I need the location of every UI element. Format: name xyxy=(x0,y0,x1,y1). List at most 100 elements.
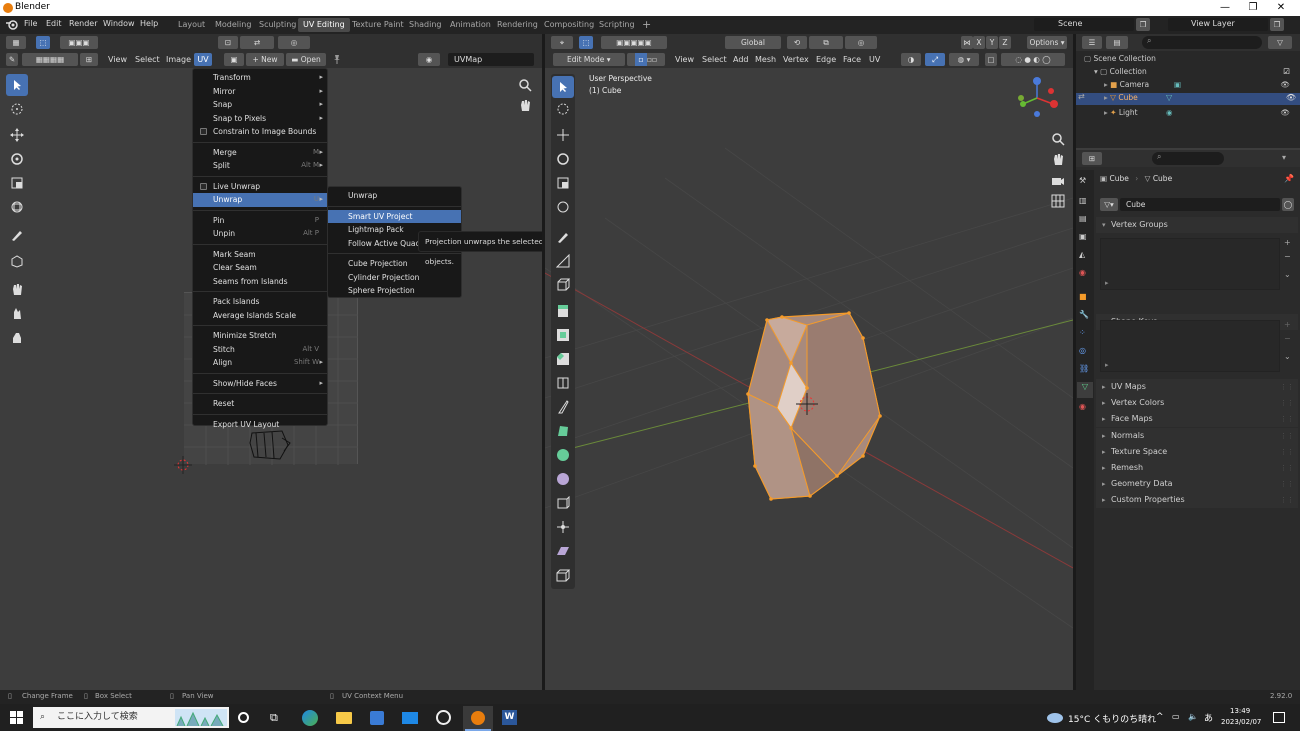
tab-compositing[interactable]: Compositing xyxy=(539,18,599,32)
constraints-tab-icon[interactable]: ⛓ xyxy=(1079,364,1089,373)
rip-region-tool-icon[interactable] xyxy=(6,250,28,272)
3d-viewport[interactable]: ⌖ ⬚ ▣▣▣▣▣ Global ⟲ ⧉ ◎ ⋈ X Y Z Options ▾… xyxy=(545,34,1073,690)
camera-visibility-icon[interactable]: 👁 xyxy=(1280,80,1290,89)
section-remesh[interactable]: Remesh ⋮⋮ xyxy=(1096,459,1298,476)
outliner-item-camera[interactable]: ▸ ■ Camera ▣ 👁 xyxy=(1104,80,1294,89)
mirror-y-toggle[interactable]: Y xyxy=(986,36,998,49)
network-icon[interactable]: ▭ xyxy=(1172,712,1180,721)
visibility-icon[interactable]: ◑ xyxy=(901,53,921,66)
filter-icon[interactable]: ▽ xyxy=(1268,36,1292,49)
uv-menu-item[interactable]: Minimize Stretch xyxy=(193,329,327,343)
new-scene-button[interactable]: ❐ xyxy=(1136,18,1150,31)
word-icon[interactable]: W xyxy=(502,710,517,725)
vp-menu-add[interactable]: Add xyxy=(733,55,749,64)
windows-start-icon[interactable] xyxy=(10,711,23,724)
add-shape-key-button[interactable]: + xyxy=(1284,320,1291,329)
tool-tab-icon[interactable]: ⚒ xyxy=(1079,176,1086,185)
uv-menu-item[interactable]: Unwrap U ▸ xyxy=(193,193,327,207)
menu-render[interactable]: Render xyxy=(69,19,97,28)
viewport-editor-type-icon[interactable]: ⌖ xyxy=(551,36,573,49)
viewport-scene[interactable] xyxy=(545,68,1073,690)
taskbar-search-input[interactable]: ⌕ ここに入力して検索 xyxy=(33,707,229,728)
section-normals[interactable]: Normals ⋮⋮ xyxy=(1096,427,1298,444)
scene-collection-row[interactable]: ▢ Scene Collection xyxy=(1084,54,1156,63)
move-tool-icon[interactable] xyxy=(6,124,28,146)
uv-2d-cursor[interactable] xyxy=(174,456,192,474)
edge-icon[interactable] xyxy=(302,710,318,726)
vp-menu-view[interactable]: View xyxy=(675,55,694,64)
particles-tab-icon[interactable]: ⁘ xyxy=(1079,328,1086,337)
vp-transform-tool-icon[interactable] xyxy=(552,196,574,218)
unwrap-menu-item[interactable]: Unwrap xyxy=(328,189,461,203)
mirror-icon[interactable]: ⋈ xyxy=(961,36,973,49)
zoom-icon[interactable] xyxy=(518,78,532,92)
uv-menu-item[interactable]: Unpin Alt P xyxy=(193,227,327,241)
maximize-button[interactable]: ❐ xyxy=(1238,0,1268,16)
vp-menu-mesh[interactable]: Mesh xyxy=(755,55,776,64)
world-tab-icon[interactable]: ◉ xyxy=(1079,268,1086,277)
menu-select[interactable]: Select xyxy=(135,55,160,64)
section-texture-space[interactable]: Texture Space ⋮⋮ xyxy=(1096,443,1298,460)
section-geometry-data[interactable]: Geometry Data ⋮⋮ xyxy=(1096,476,1298,493)
uv-menu-item[interactable]: Stitch Alt V xyxy=(193,343,327,357)
uv-menu-item[interactable]: Export UV Layout xyxy=(193,418,327,432)
collection-row[interactable]: ▾ ▢ Collection ☑ xyxy=(1094,67,1294,76)
transform-tool-icon[interactable] xyxy=(6,196,28,218)
uv-menu-item[interactable]: Merge M ▸ xyxy=(193,146,327,160)
vp-rotate-tool-icon[interactable] xyxy=(552,148,574,170)
menu-uv[interactable]: UV xyxy=(194,53,212,66)
knife-tool-icon[interactable] xyxy=(552,396,574,418)
bevel-tool-icon[interactable] xyxy=(552,348,574,370)
uv-menu-item[interactable]: Live Unwrap xyxy=(193,180,327,194)
drag-handle-icon[interactable]: ⋮⋮ xyxy=(1280,379,1294,395)
annotate-tool-icon[interactable] xyxy=(6,224,28,246)
pin-icon[interactable] xyxy=(332,54,342,64)
overlay-toggle-icon[interactable]: ◍ ▾ xyxy=(949,53,979,66)
selection-mode-buttons[interactable]: ▣▣▣ xyxy=(60,36,98,49)
vp-annotate-tool-icon[interactable] xyxy=(552,226,574,248)
drag-handle-icon[interactable]: ⋮⋮ xyxy=(1280,395,1294,411)
uv-menu-item[interactable]: Pin P xyxy=(193,214,327,228)
task-view-icon[interactable]: ⧉ xyxy=(270,711,278,725)
viewport-select-icon[interactable]: ⬚ xyxy=(579,36,593,49)
spin-tool-icon[interactable] xyxy=(552,444,574,466)
tab-scripting[interactable]: Scripting xyxy=(594,18,640,32)
shear-tool-icon[interactable] xyxy=(552,540,574,562)
gizmo-toggle-icon[interactable]: ⤢ xyxy=(925,53,945,66)
uv-menu-item[interactable]: Snap ▸ xyxy=(193,98,327,112)
menu-help[interactable]: Help xyxy=(140,19,158,28)
section-face-maps[interactable]: Face Maps ⋮⋮ xyxy=(1096,411,1298,428)
menu-edit[interactable]: Edit xyxy=(46,19,62,28)
view-layer-selector[interactable]: View Layer xyxy=(1168,18,1268,31)
section-vertex-groups[interactable]: Vertex Groups xyxy=(1096,217,1298,233)
vp-scale-tool-icon[interactable] xyxy=(552,172,574,194)
rip-tool-icon[interactable] xyxy=(552,564,574,586)
drag-handle-icon[interactable]: ⋮⋮ xyxy=(1280,476,1294,492)
tab-shading[interactable]: Shading xyxy=(404,18,447,32)
uv-menu-item[interactable]: Reset xyxy=(193,397,327,411)
unwrap-menu-item[interactable]: Smart UV Project xyxy=(328,209,461,223)
mesh-browse-icon[interactable]: ▽▾ xyxy=(1100,198,1118,211)
proportional-edit-icon[interactable]: ◎ xyxy=(278,36,310,49)
navigation-gizmo[interactable] xyxy=(1013,74,1061,122)
tweak-tool-icon[interactable] xyxy=(6,74,28,96)
mail-icon[interactable] xyxy=(402,712,418,724)
unwrap-menu-item[interactable]: Cylinder Projection xyxy=(328,271,461,285)
uv-menu-item[interactable]: Average Islands Scale xyxy=(193,309,327,323)
uvmap-field[interactable]: UVMap xyxy=(448,53,534,66)
vertex-group-specials-icon[interactable]: ⌄ xyxy=(1284,270,1291,279)
brush-icon[interactable]: ✎ xyxy=(6,53,18,66)
uv-select-mode-buttons[interactable]: ▦▦▦▦ xyxy=(22,53,78,66)
uv-menu-item[interactable]: Transform ▸ xyxy=(193,71,327,85)
mesh-name-field[interactable]: Cube xyxy=(1120,198,1280,211)
properties-options-icon[interactable]: ▾ xyxy=(1282,153,1286,162)
volume-icon[interactable]: 🔈 xyxy=(1188,712,1198,721)
tab-texture-paint[interactable]: Texture Paint xyxy=(347,18,409,32)
drag-handle-icon[interactable]: ⋮⋮ xyxy=(1280,428,1294,444)
mode-dropdown[interactable]: Edit Mode ▾ xyxy=(553,53,625,66)
extrude-tool-icon[interactable] xyxy=(552,300,574,322)
uv-menu-item[interactable]: Constrain to Image Bounds xyxy=(193,125,327,139)
vp-zoom-icon[interactable] xyxy=(1051,132,1065,146)
uvmap-browse-icon[interactable]: ◉ xyxy=(418,53,440,66)
clock-date[interactable]: 2023/02/07 xyxy=(1221,718,1261,726)
